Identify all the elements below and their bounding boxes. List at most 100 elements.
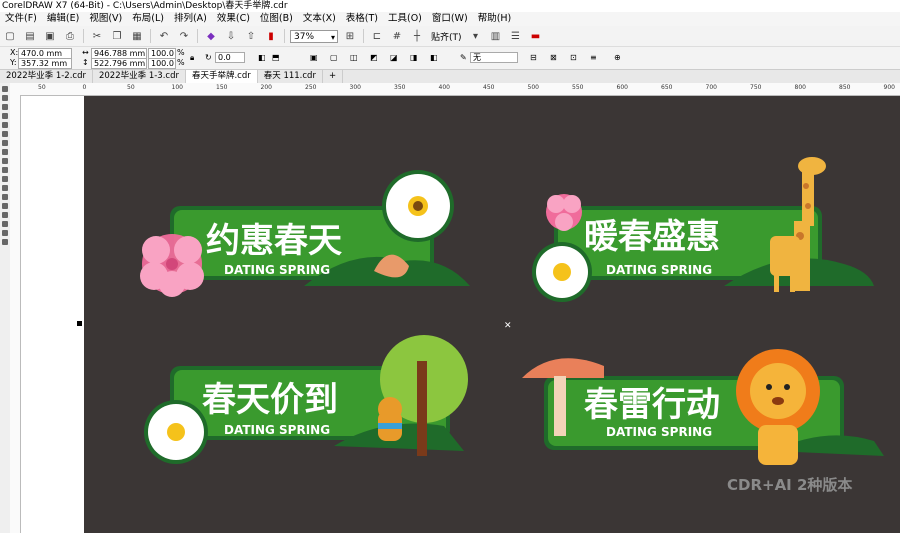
height-field[interactable]: 522.796 mm <box>91 58 147 69</box>
paste-icon[interactable]: ▦ <box>130 29 144 43</box>
wrap-text-icon[interactable]: ⊠ <box>550 53 557 63</box>
show-grid-icon[interactable]: # <box>390 29 404 43</box>
rotation-field[interactable]: 0.0 <box>215 52 245 63</box>
intersect-icon[interactable]: ◨ <box>410 53 418 63</box>
show-rulers-icon[interactable]: ⊏ <box>370 29 384 43</box>
polygon-tool-icon[interactable] <box>2 158 8 164</box>
tab-graduation-1-2[interactable]: 2022毕业季 1-2.cdr <box>0 70 93 83</box>
color-eyedropper-icon[interactable] <box>2 212 8 218</box>
mirror-horizontal-icon[interactable]: ◧ <box>258 53 266 63</box>
quick-customize-icon[interactable]: ≡ <box>590 53 597 63</box>
application-launcher-icon[interactable]: ▬ <box>529 29 543 43</box>
ruler-tick-label: 150 <box>216 84 228 91</box>
ellipse-tool-icon[interactable] <box>2 149 8 155</box>
sign-4[interactable]: 春雷行动 DATING SPRING <box>522 349 884 465</box>
combine-icon[interactable]: ◫ <box>350 53 358 63</box>
snap-to-menu[interactable]: 贴齐(T) <box>431 30 462 43</box>
tab-spring-111[interactable]: 春天 111.cdr <box>258 70 323 83</box>
menu-window[interactable]: 窗口(W) <box>427 12 473 26</box>
percent-label: % <box>177 48 185 57</box>
transparency-tool-icon[interactable] <box>2 203 8 209</box>
tab-spring-signs[interactable]: 春天手举牌.cdr <box>185 70 258 83</box>
menu-arrange[interactable]: 排列(A) <box>169 12 212 26</box>
freehand-tool-icon[interactable] <box>2 122 8 128</box>
y-label: Y: <box>10 58 17 67</box>
daisy-icon <box>144 400 208 464</box>
drop-shadow-icon[interactable] <box>2 194 8 200</box>
welcome-screen-icon[interactable]: ▥ <box>489 29 503 43</box>
menu-effects[interactable]: 效果(C) <box>212 12 255 26</box>
menu-text[interactable]: 文本(X) <box>298 12 341 26</box>
x-label: X: <box>10 48 19 57</box>
add-icon[interactable]: ⊕ <box>614 53 621 63</box>
full-screen-icon[interactable]: ⊞ <box>343 29 357 43</box>
smart-fill-icon[interactable] <box>2 230 8 236</box>
print-icon[interactable]: ⎙ <box>63 29 77 43</box>
simplify-icon[interactable]: ◧ <box>430 53 438 63</box>
sign-2-subtitle: DATING SPRING <box>606 263 712 277</box>
menu-file[interactable]: 文件(F) <box>0 12 42 26</box>
property-bar: X: 470.0 mm Y: 357.32 mm ↔ 946.788 mm ↕ … <box>0 47 900 70</box>
weld-icon[interactable]: ◩ <box>370 53 378 63</box>
show-guidelines-icon[interactable]: ┼ <box>410 29 424 43</box>
sign-3-title: 春天价到 <box>202 380 338 420</box>
sign-4-subtitle: DATING SPRING <box>606 425 712 439</box>
search-content-icon[interactable]: ◆ <box>204 29 218 43</box>
ruler-tick-label: 300 <box>349 84 361 91</box>
options-icon[interactable]: ☰ <box>509 29 523 43</box>
ungroup-icon[interactable]: ▢ <box>330 53 338 63</box>
publish-pdf-icon[interactable]: ▮ <box>264 29 278 43</box>
scale-y-field[interactable]: 100.0 <box>148 58 176 69</box>
new-tab-button[interactable]: + <box>323 70 344 83</box>
rotate-icon: ↻ <box>205 53 212 62</box>
tab-graduation-1-3[interactable]: 2022毕业季 1-3.cdr <box>93 70 186 83</box>
group-icon[interactable]: ▣ <box>310 53 318 63</box>
menu-bitmaps[interactable]: 位图(B) <box>255 12 298 26</box>
to-front-icon[interactable]: ⊡ <box>570 53 577 63</box>
align-icon[interactable]: ⊟ <box>530 53 537 63</box>
text-tool-icon[interactable] <box>2 167 8 173</box>
open-folder-icon[interactable]: ▤ <box>23 29 37 43</box>
pick-tool-icon[interactable] <box>2 86 8 92</box>
interactive-fill-icon[interactable] <box>2 221 8 227</box>
vertical-ruler[interactable] <box>10 95 21 533</box>
export-icon[interactable]: ⇧ <box>244 29 258 43</box>
parallel-dimension-icon[interactable] <box>2 176 8 182</box>
zoom-level-select[interactable]: 37% <box>290 29 338 44</box>
horizontal-ruler[interactable]: 50 0 50 100 150 200 250 300 350 400 450 500 550 600 65… <box>10 83 900 96</box>
center-marker-icon: ✕ <box>504 321 512 331</box>
save-icon[interactable]: ▣ <box>43 29 57 43</box>
new-document-icon[interactable]: ▢ <box>3 29 17 43</box>
menu-view[interactable]: 视图(V) <box>84 12 127 26</box>
copy-icon[interactable]: ❐ <box>110 29 124 43</box>
zoom-tool-icon[interactable] <box>2 113 8 119</box>
chevron-down-icon[interactable]: ▾ <box>469 29 483 43</box>
selection-handle[interactable] <box>77 321 82 326</box>
outline-width-select[interactable]: 无 <box>470 52 518 63</box>
crop-tool-icon[interactable] <box>2 104 8 110</box>
rectangle-tool-icon[interactable] <box>2 140 8 146</box>
sign-1[interactable]: 约惠春天 DATING SPRING <box>140 170 470 297</box>
menu-help[interactable]: 帮助(H) <box>473 12 517 26</box>
lock-ratio-icon[interactable]: 🔒︎ <box>190 53 194 63</box>
menu-layout[interactable]: 布局(L) <box>127 12 169 26</box>
menu-edit[interactable]: 编辑(E) <box>42 12 84 26</box>
cut-icon[interactable]: ✂ <box>90 29 104 43</box>
connector-tool-icon[interactable] <box>2 185 8 191</box>
drawing-canvas[interactable]: 约惠春天 DATING SPRING 暖春盛惠 DATING SPRING 春天… <box>84 96 900 533</box>
outline-tool-icon[interactable] <box>2 239 8 245</box>
sign-2[interactable]: 暖春盛惠 DATING SPRING <box>532 157 874 302</box>
trim-icon[interactable]: ◪ <box>390 53 398 63</box>
import-icon[interactable]: ⇩ <box>224 29 238 43</box>
toolbar-separator <box>83 29 84 43</box>
menu-table[interactable]: 表格(T) <box>341 12 383 26</box>
shape-tool-icon[interactable] <box>2 95 8 101</box>
mirror-vertical-icon[interactable]: ⬒ <box>272 53 280 63</box>
sign-3[interactable]: 春天价到 DATING SPRING <box>144 335 468 464</box>
y-position-field[interactable]: 357.32 mm <box>18 58 72 69</box>
ruler-tick-label: 500 <box>527 84 539 91</box>
menu-tools[interactable]: 工具(O) <box>383 12 427 26</box>
undo-icon[interactable]: ↶ <box>157 29 171 43</box>
artistic-media-icon[interactable] <box>2 131 8 137</box>
redo-icon[interactable]: ↷ <box>177 29 191 43</box>
